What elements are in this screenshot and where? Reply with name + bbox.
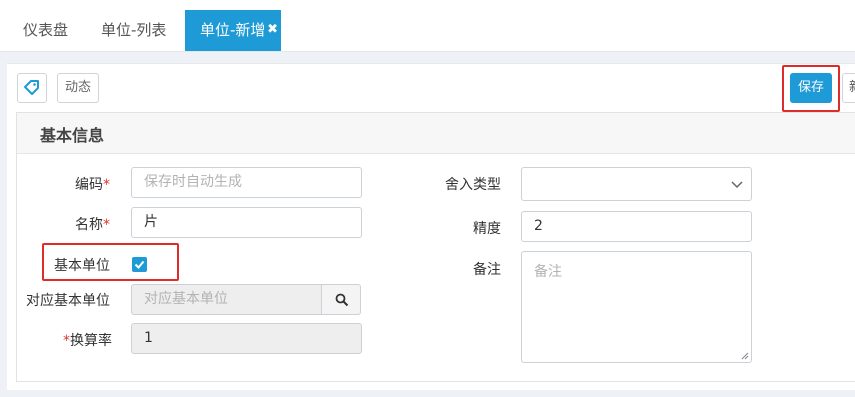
tab-bar: 仪表盘 单位-列表 单位-新增 ✖: [0, 0, 855, 52]
tab-label: 仪表盘: [23, 21, 69, 39]
ref-base-unit-input[interactable]: 对应基本单位: [131, 284, 322, 315]
save-highlight: 保存: [782, 65, 840, 112]
tag-button[interactable]: [17, 73, 47, 103]
required-mark: *: [103, 177, 110, 193]
remark-textarea[interactable]: 备注: [521, 251, 752, 363]
resize-grip-icon[interactable]: [741, 352, 749, 360]
required-mark: *: [103, 217, 110, 233]
tab-dashboard[interactable]: 仪表盘: [23, 10, 68, 52]
chevron-down-icon: [731, 181, 743, 189]
rate-label: *换算率: [63, 330, 112, 350]
tab-label: 单位-新增: [200, 21, 266, 39]
precision-label: 精度: [473, 221, 501, 237]
rate-label-text: 换算率: [70, 333, 112, 349]
section-title: 基本信息: [40, 126, 105, 145]
remark-placeholder: 备注: [534, 264, 562, 280]
search-icon: [335, 293, 349, 307]
required-mark: *: [63, 333, 70, 349]
name-input[interactable]: 片: [131, 207, 362, 238]
tab-label: 单位-列表: [101, 21, 167, 39]
save-button[interactable]: 保存: [790, 73, 832, 103]
code-label-text: 编码: [75, 177, 103, 193]
new-button[interactable]: 新: [842, 73, 855, 103]
base-unit-highlight: [42, 243, 179, 281]
tab-unit-new[interactable]: 单位-新增 ✖: [185, 10, 281, 51]
form-panel: 动态 保存 新 基本信息 编码* 保存时自动生成 名称* 片 基本单位 对应基本…: [7, 63, 855, 390]
close-icon[interactable]: ✖: [267, 10, 278, 50]
rate-input[interactable]: 1: [131, 323, 362, 354]
dynamic-button[interactable]: 动态: [57, 73, 99, 103]
rounding-type-select[interactable]: [521, 167, 752, 201]
name-label-text: 名称: [75, 217, 103, 233]
remark-label: 备注: [473, 262, 501, 278]
precision-input[interactable]: 2: [521, 211, 752, 242]
section-header: 基本信息: [17, 113, 855, 154]
tab-unit-list[interactable]: 单位-列表: [101, 10, 166, 52]
name-label: 名称*: [75, 214, 110, 234]
code-input[interactable]: 保存时自动生成: [131, 167, 362, 198]
code-label: 编码*: [75, 174, 110, 194]
tag-icon: [24, 80, 39, 95]
rounding-type-label: 舍入类型: [445, 177, 501, 193]
ref-base-unit-label: 对应基本单位: [26, 293, 110, 309]
basic-info-section: 基本信息 编码* 保存时自动生成 名称* 片 基本单位 对应基本单位 对应基本单…: [16, 112, 855, 382]
ref-base-unit-search-button[interactable]: [321, 284, 361, 315]
